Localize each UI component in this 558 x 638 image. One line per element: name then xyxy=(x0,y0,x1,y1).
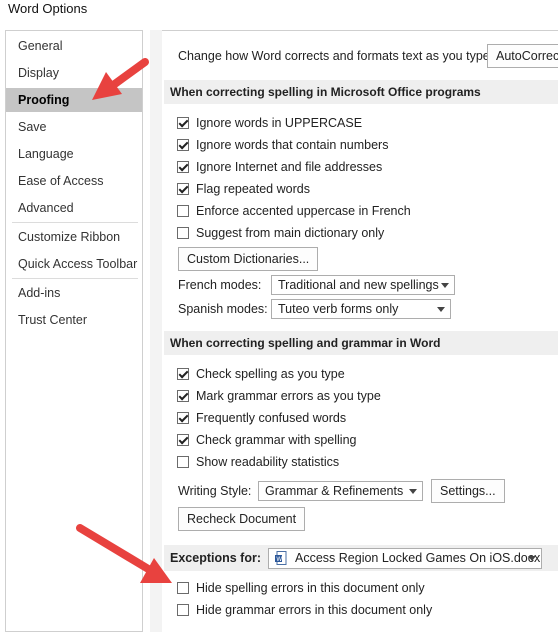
svg-text:W: W xyxy=(276,556,282,563)
writing-style-select[interactable]: Grammar & Refinements xyxy=(258,481,423,501)
select-value: Grammar & Refinements xyxy=(265,484,404,498)
select-value: Access Region Locked Games On iOS.docx xyxy=(295,551,541,565)
checkbox[interactable] xyxy=(177,456,189,468)
settings-button[interactable]: Settings... xyxy=(431,479,505,503)
sidebar-item-trust-center[interactable]: Trust Center xyxy=(6,308,142,332)
sidebar-item-proofing[interactable]: Proofing xyxy=(6,88,142,112)
office-spelling-section-header: When correcting spelling in Microsoft Of… xyxy=(164,80,558,104)
checkbox[interactable] xyxy=(177,390,189,402)
checkbox[interactable] xyxy=(177,434,189,446)
checkbox-label: Suggest from main dictionary only xyxy=(196,226,385,240)
sidebar-divider xyxy=(12,278,138,279)
select-value: Traditional and new spellings xyxy=(278,278,439,292)
sidebar-item-display[interactable]: Display xyxy=(6,61,142,85)
checkbox-label: Ignore words that contain numbers xyxy=(196,138,389,152)
checkbox-label: Show readability statistics xyxy=(196,455,340,469)
checkbox-label: Hide spelling errors in this document on… xyxy=(196,581,425,595)
panel-left-gutter xyxy=(150,30,162,632)
writing-style-label: Writing Style: xyxy=(178,484,252,498)
autocorrect-description: Change how Word corrects and formats tex… xyxy=(178,49,494,63)
word-document-icon: W xyxy=(275,551,287,565)
sidebar-item-save[interactable]: Save xyxy=(6,115,142,139)
checkbox[interactable] xyxy=(177,117,189,129)
title-bar: Word Options xyxy=(0,0,558,30)
sidebar-item-customize-ribbon[interactable]: Customize Ribbon xyxy=(6,225,142,249)
sidebar-item-advanced[interactable]: Advanced xyxy=(6,196,142,220)
checkbox-label: Flag repeated words xyxy=(196,182,310,196)
checkbox[interactable] xyxy=(177,161,189,173)
spanish-modes-label: Spanish modes: xyxy=(178,302,268,316)
spanish-modes-select[interactable]: Tuteo verb forms only xyxy=(271,299,451,319)
chevron-down-icon xyxy=(409,489,417,494)
french-modes-label: French modes: xyxy=(178,278,262,292)
custom-dictionaries-button[interactable]: Custom Dictionaries... xyxy=(178,247,319,271)
sidebar-item-language[interactable]: Language xyxy=(6,142,142,166)
checkbox[interactable] xyxy=(177,368,189,380)
checkbox[interactable] xyxy=(177,227,189,239)
exceptions-document-select[interactable]: W Access Region Locked Games On iOS.docx xyxy=(268,548,542,569)
autocorrect-options-button[interactable]: AutoCorrect Options... xyxy=(487,44,558,68)
window-title: Word Options xyxy=(8,1,88,16)
checkbox-label: Frequently confused words xyxy=(196,411,347,425)
sidebar-item-quick-access-toolbar[interactable]: Quick Access Toolbar xyxy=(6,252,142,276)
checkbox-label: Ignore Internet and file addresses xyxy=(196,160,383,174)
chevron-down-icon xyxy=(437,307,445,312)
checkbox-label: Mark grammar errors as you type xyxy=(196,389,381,403)
sidebar-divider xyxy=(12,222,138,223)
checkbox-label: Hide grammar errors in this document onl… xyxy=(196,603,433,617)
sidebar-item-ease-of-access[interactable]: Ease of Access xyxy=(6,169,142,193)
checkbox[interactable] xyxy=(177,139,189,151)
checkbox[interactable] xyxy=(177,604,189,616)
checkbox-label: Check grammar with spelling xyxy=(196,433,357,447)
checkbox[interactable] xyxy=(177,582,189,594)
word-spelling-section-header: When correcting spelling and grammar in … xyxy=(164,331,558,355)
checkbox-label: Check spelling as you type xyxy=(196,367,345,381)
select-value: Tuteo verb forms only xyxy=(278,302,399,316)
checkbox[interactable] xyxy=(177,183,189,195)
checkbox[interactable] xyxy=(177,412,189,424)
recheck-document-button[interactable]: Recheck Document xyxy=(178,507,306,531)
chevron-down-icon xyxy=(528,556,536,561)
checkbox-label: Ignore words in UPPERCASE xyxy=(196,116,363,130)
chevron-down-icon xyxy=(441,283,449,288)
sidebar-item-general[interactable]: General xyxy=(6,34,142,58)
checkbox[interactable] xyxy=(177,205,189,217)
checkbox-label: Enforce accented uppercase in French xyxy=(196,204,411,218)
exceptions-label: Exceptions for: xyxy=(170,551,261,565)
options-sidebar: General Display Proofing Save Language E… xyxy=(5,30,143,632)
french-modes-select[interactable]: Traditional and new spellings xyxy=(271,275,455,295)
sidebar-item-add-ins[interactable]: Add-ins xyxy=(6,281,142,305)
